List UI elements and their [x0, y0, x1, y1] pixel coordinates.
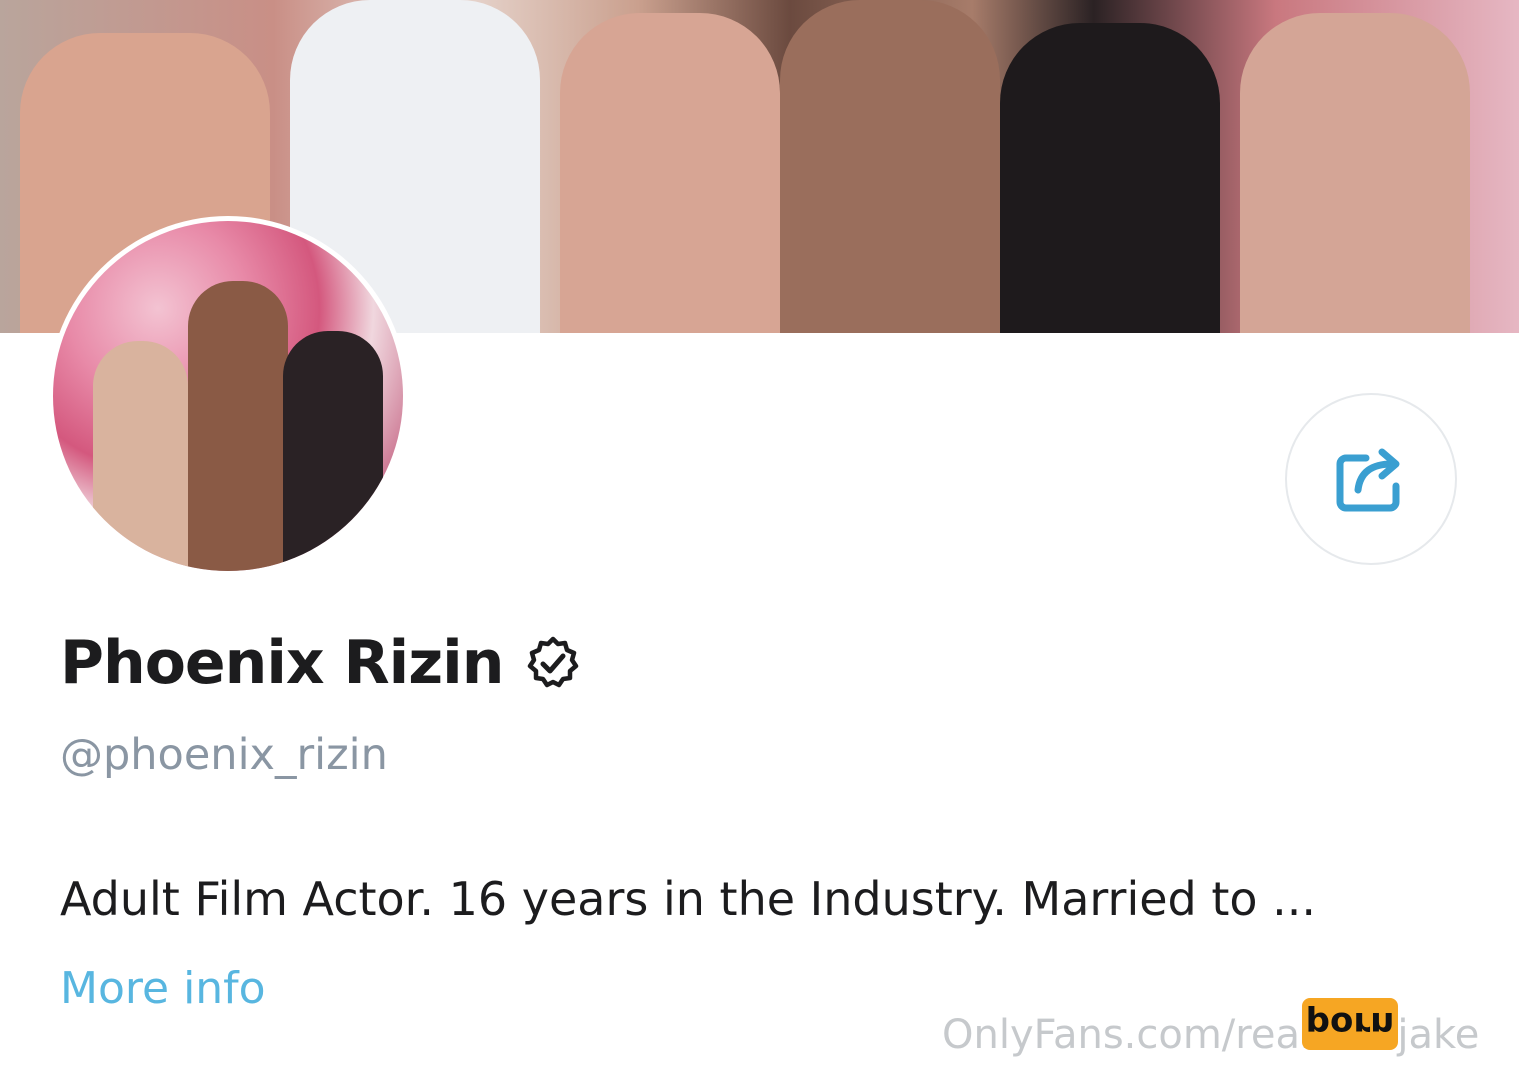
cover-figure: [560, 13, 780, 333]
more-info-link[interactable]: More info: [60, 963, 266, 1014]
cover-figure: [1000, 23, 1220, 333]
profile-page: Phoenix Rizin @phoenix_rizin Adult Film …: [0, 0, 1519, 1076]
avatar-figure: [188, 281, 288, 571]
share-icon: [1336, 448, 1400, 512]
display-name: Phoenix Rizin: [60, 628, 504, 698]
avatar-figure: [283, 331, 383, 571]
cover-figure: [1240, 13, 1470, 333]
bio-text: Adult Film Actor. 16 years in the Indust…: [60, 872, 1317, 926]
verified-badge-icon: [528, 636, 579, 688]
avatar[interactable]: [48, 216, 408, 576]
avatar-image: [53, 221, 403, 571]
username: @phoenix_rizin: [60, 730, 388, 780]
share-button[interactable]: [1285, 393, 1457, 565]
watermark-badge: porn: [1302, 998, 1398, 1050]
cover-figure: [780, 0, 1000, 333]
watermark-text: OnlyFans.com/realcumjake: [942, 1012, 1480, 1058]
avatar-figure: [93, 341, 188, 571]
name-row: Phoenix Rizin: [60, 628, 581, 698]
